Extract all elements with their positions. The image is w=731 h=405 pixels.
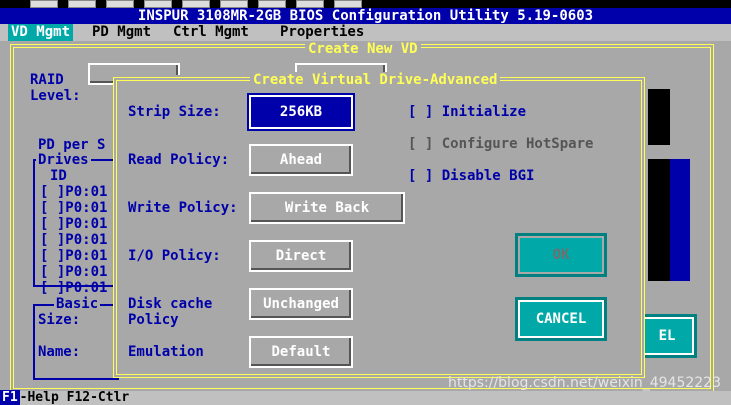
main-area: Create New VD RAID Level: PD per S Drive… [0,41,731,392]
toolbar-button[interactable] [182,0,210,8]
toolbar-button[interactable] [106,0,134,8]
disable-bgi-checkbox[interactable]: [ ] Disable BGI [408,168,534,184]
help-key: F1 [0,390,20,405]
drive-row[interactable]: [ ]P0:01 [40,248,107,264]
name-label: Name: [38,344,81,360]
toolbar-button[interactable] [68,0,96,8]
drive-row[interactable]: [ ]P0:01 [40,280,107,296]
emulation-label: Emulation [128,344,204,360]
pd-per-span-label: PD per S [38,137,106,153]
menu-ctrl-mgmt[interactable]: Ctrl Mgmt [170,24,252,41]
read-policy-select[interactable]: Ahead [249,144,353,176]
raid-level-label: Level: [30,88,81,104]
create-new-vd-title: Create New VD [305,41,421,57]
io-policy-select[interactable]: Direct [249,240,353,272]
size-label: Size: [38,312,81,328]
drive-row[interactable]: [ ]P0:01 [40,216,107,232]
disk-cache-policy-label: Policy [128,312,179,328]
raid-label: RAID [30,72,64,88]
drive-row[interactable]: [ ]P0:01 [40,264,107,280]
id-column-header: ID [50,168,67,184]
drives-label: Drives [36,152,91,168]
top-strip [0,0,731,8]
toolbar-button[interactable] [144,0,172,8]
menu-pd-mgmt[interactable]: PD Mgmt [89,24,154,41]
watermark: https://blog.csdn.net/weixin_49452223 [447,375,721,391]
advanced-dialog-title: Create Virtual Drive-Advanced [250,72,501,88]
drive-row[interactable]: [ ]P0:01 [40,200,107,216]
disk-cache-label: Disk cache [128,296,213,312]
strip-size-select[interactable]: 256KB [249,95,353,129]
menu-bar: VD Mgmt PD Mgmt Ctrl Mgmt Properties [0,24,731,41]
cancel-button[interactable]: CANCEL [518,300,604,338]
basic-label: Basic [54,296,101,312]
drive-row[interactable]: [ ]P0:01 [40,184,107,200]
toolbar-button[interactable] [30,0,58,8]
io-policy-label: I/O Policy: [128,248,221,264]
ok-button[interactable]: OK [518,236,604,274]
write-policy-label: Write Policy: [128,200,238,216]
scrollbar[interactable] [670,159,690,281]
window-title: INSPUR 3108MR-2GB BIOS Configuration Uti… [0,8,731,24]
configure-hotspare-checkbox[interactable]: [ ] Configure HotSpare [408,136,593,152]
initialize-checkbox[interactable]: [ ] Initialize [408,104,526,120]
background-panel [648,89,670,145]
toolbar-button[interactable] [296,0,324,8]
cancel-button-background[interactable]: EL [640,317,694,355]
toolbar-button[interactable] [220,0,248,8]
status-bar: F1 -Help F12-Ctlr [0,390,731,405]
menu-properties[interactable]: Properties [277,24,367,41]
toolbar-button[interactable] [334,0,362,8]
disk-cache-select[interactable]: Unchanged [249,288,353,320]
emulation-select[interactable]: Default [249,336,353,368]
write-policy-select[interactable]: Write Back [249,192,405,224]
strip-size-label: Strip Size: [128,104,221,120]
drive-row[interactable]: [ ]P0:01 [40,232,107,248]
read-policy-label: Read Policy: [128,152,230,168]
menu-vd-mgmt[interactable]: VD Mgmt [8,24,74,41]
status-text: -Help F12-Ctlr [19,390,130,405]
toolbar-button[interactable] [258,0,286,8]
